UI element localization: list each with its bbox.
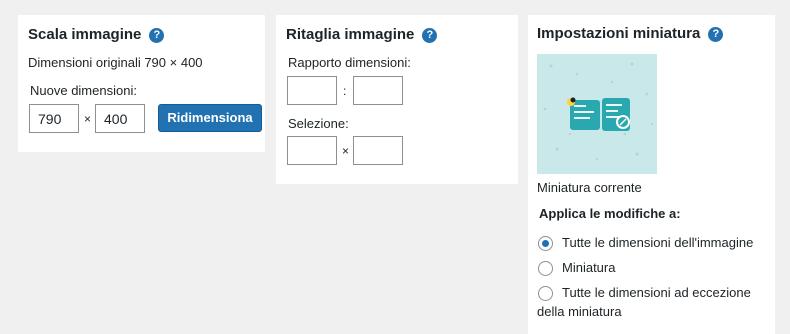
thumbnail-settings-title-text: Impostazioni miniatura bbox=[537, 25, 701, 42]
aspect-ratio-height-input[interactable] bbox=[353, 76, 403, 105]
scale-image-title: Scala immagine? bbox=[28, 26, 165, 44]
question-circle-icon[interactable]: ? bbox=[149, 28, 165, 43]
apply-changes-label: Applica le modifiche a: bbox=[539, 206, 681, 221]
aspect-ratio-label: Rapporto dimensioni: bbox=[288, 55, 411, 70]
radio-all-sizes[interactable] bbox=[538, 236, 553, 251]
radio-all-sizes-label[interactable]: Tutte le dimensioni dell'immagine bbox=[562, 235, 753, 251]
new-dimensions-label: Nuove dimensioni: bbox=[30, 83, 137, 98]
original-dimensions-text: Dimensioni originali 790 × 400 bbox=[28, 55, 203, 70]
selection-width-input[interactable] bbox=[287, 136, 337, 165]
radio-all-except-thumbnail-label[interactable]: Tutte le dimensioni ad eccezione bbox=[562, 285, 751, 301]
crop-image-title: Ritaglia immagine? bbox=[286, 26, 438, 44]
scale-width-input[interactable] bbox=[29, 104, 79, 133]
current-thumbnail-image bbox=[537, 54, 657, 174]
radio-thumbnail[interactable] bbox=[538, 261, 553, 276]
current-thumbnail-caption: Miniatura corrente bbox=[537, 180, 642, 195]
question-circle-icon[interactable]: ? bbox=[708, 27, 724, 42]
selection-height-input[interactable] bbox=[353, 136, 403, 165]
radio-all-except-thumbnail-label-cont[interactable]: della miniatura bbox=[537, 304, 622, 320]
aspect-ratio-separator: : bbox=[343, 84, 347, 98]
radio-thumbnail-label[interactable]: Miniatura bbox=[562, 260, 615, 276]
thumbnail-settings-title: Impostazioni miniatura? bbox=[537, 25, 724, 43]
resize-button[interactable]: Ridimensiona bbox=[158, 104, 262, 132]
scale-times-separator: × bbox=[84, 112, 92, 126]
thumbnail-settings-panel: Impostazioni miniatura? Miniatura corren… bbox=[528, 15, 775, 334]
question-circle-icon[interactable]: ? bbox=[422, 28, 438, 43]
thumbnail-illustration bbox=[537, 54, 657, 174]
selection-times-separator: × bbox=[342, 144, 350, 158]
scale-image-panel: Scala immagine? Dimensioni originali 790… bbox=[18, 15, 265, 152]
radio-all-except-thumbnail[interactable] bbox=[538, 286, 553, 301]
selection-label: Selezione: bbox=[288, 116, 349, 131]
crop-image-panel: Ritaglia immagine? Rapporto dimensioni: … bbox=[276, 15, 518, 184]
scale-height-input[interactable] bbox=[95, 104, 145, 133]
aspect-ratio-width-input[interactable] bbox=[287, 76, 337, 105]
crop-image-title-text: Ritaglia immagine bbox=[286, 26, 415, 43]
scale-image-title-text: Scala immagine bbox=[28, 26, 142, 43]
